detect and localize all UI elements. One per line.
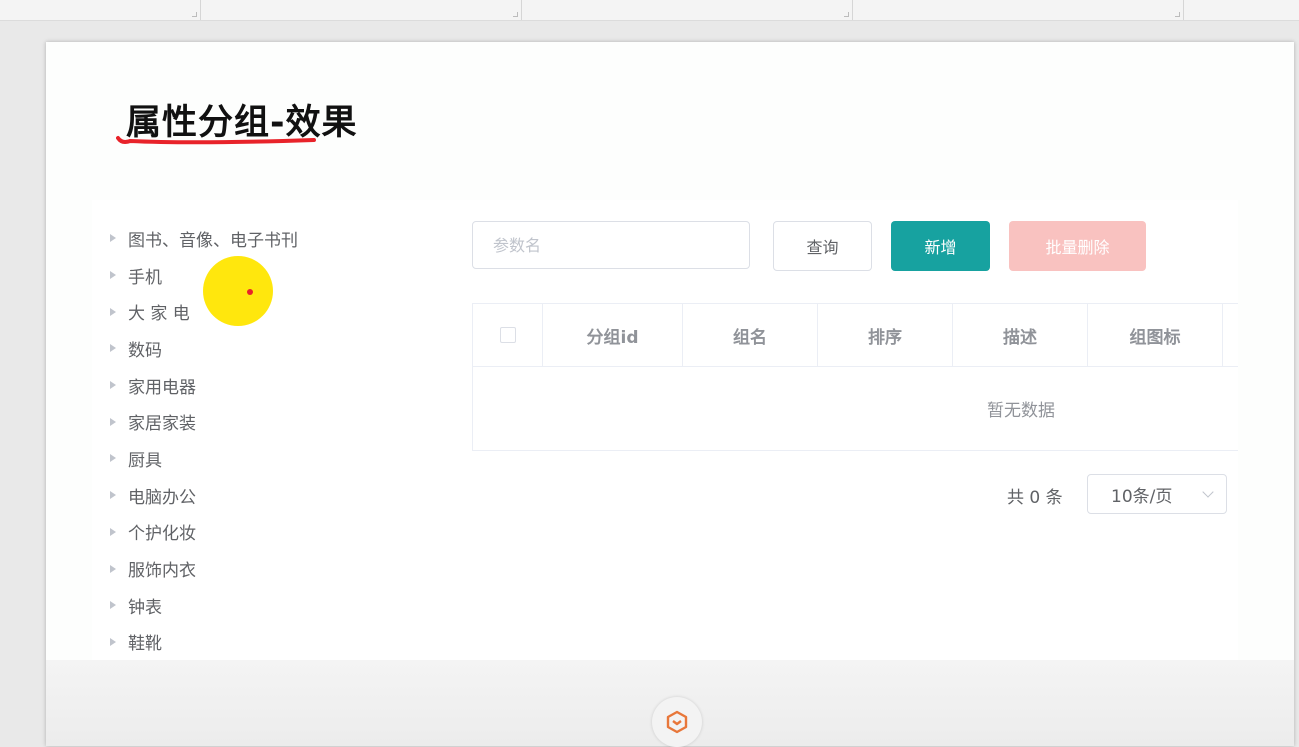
tree-node-label: 服饰内衣 <box>128 561 196 582</box>
caret-right-icon[interactable] <box>110 344 116 353</box>
caret-right-icon[interactable] <box>110 527 116 536</box>
tree-node-label: 厨具 <box>128 450 162 471</box>
logo-mark-icon <box>666 710 688 734</box>
tree-node[interactable]: 钟表 <box>106 587 406 624</box>
tree-node-label: 手机 <box>128 267 162 288</box>
ruler-cell <box>201 0 522 20</box>
cursor-pointer-icon <box>247 289 253 295</box>
caret-right-icon[interactable] <box>110 381 116 390</box>
param-name-input[interactable] <box>472 221 750 269</box>
ruler-cell <box>0 0 201 20</box>
caret-right-icon[interactable] <box>110 454 116 463</box>
cursor-highlight <box>203 256 273 326</box>
caret-right-icon[interactable] <box>110 417 116 426</box>
pagination-total: 共 0 条 <box>1007 488 1063 508</box>
tree-node-label: 鞋靴 <box>128 634 162 655</box>
column-header[interactable]: 分组id <box>543 304 683 366</box>
top-ruler <box>0 0 1299 21</box>
tree-node-label: 家居家装 <box>128 414 196 435</box>
caret-right-icon[interactable] <box>110 601 116 610</box>
tree-node-label: 数码 <box>128 340 162 361</box>
tree-node-label: 电脑办公 <box>128 487 196 508</box>
query-button[interactable]: 查询 <box>773 221 872 271</box>
slide: 属性分组-效果 图书、音像、电子书刊 手机大 家 电数码 家用电器 家居家装 厨具 电脑办… <box>46 42 1294 746</box>
column-header[interactable]: 组名 <box>683 304 818 366</box>
tree-node[interactable]: 数码 <box>106 330 406 367</box>
caret-right-icon[interactable] <box>110 491 116 500</box>
column-header[interactable]: 描述 <box>953 304 1088 366</box>
tree-node-label: 家用电器 <box>128 377 196 398</box>
tree-node[interactable]: 家居家装 <box>106 403 406 440</box>
tree-node-label: 个护化妆 <box>128 524 196 545</box>
select-all-checkbox[interactable] <box>499 327 516 343</box>
page-size-select[interactable]: 10条/页 <box>1087 474 1227 514</box>
tree-node-label: 图书、音像、电子书刊 <box>128 230 298 251</box>
logo-icon[interactable] <box>652 697 702 747</box>
column-header[interactable]: 组图标 <box>1088 304 1223 366</box>
ruler-cell <box>522 0 853 20</box>
red-underline-annotation <box>116 136 316 145</box>
caret-right-icon[interactable] <box>110 307 116 316</box>
tree-node[interactable]: 厨具 <box>106 440 406 477</box>
add-button[interactable]: 新增 <box>891 221 990 271</box>
select-all-cell <box>473 304 543 366</box>
caret-right-icon[interactable] <box>110 271 116 280</box>
attr-group-table: 分组id 组名 排序 描述 组图标 暂无数据 <box>472 303 1238 451</box>
tree-node[interactable]: 电脑办公 <box>106 477 406 514</box>
tree-node-label: 钟表 <box>128 597 162 618</box>
ruler-cell <box>853 0 1184 20</box>
caret-right-icon[interactable] <box>110 234 116 243</box>
column-header[interactable]: 排序 <box>818 304 953 366</box>
tree-node-label: 大 家 电 <box>128 304 190 325</box>
batch-delete-button[interactable]: 批量删除 <box>1009 221 1146 271</box>
page-size-value: 10条/页 <box>1111 486 1173 507</box>
tree-node[interactable]: 个护化妆 <box>106 514 406 551</box>
chevron-down-icon <box>1202 486 1214 498</box>
empty-text: 暂无数据 <box>987 400 1055 421</box>
table-header: 分组id 组名 排序 描述 组图标 <box>473 304 1238 367</box>
caret-right-icon[interactable] <box>110 564 116 573</box>
caret-right-icon[interactable] <box>110 637 116 646</box>
tree-node[interactable]: 鞋靴 <box>106 624 406 660</box>
tree-node[interactable]: 图书、音像、电子书刊 <box>106 220 406 257</box>
tree-node[interactable]: 家用电器 <box>106 367 406 404</box>
tree-node[interactable]: 服饰内衣 <box>106 550 406 587</box>
